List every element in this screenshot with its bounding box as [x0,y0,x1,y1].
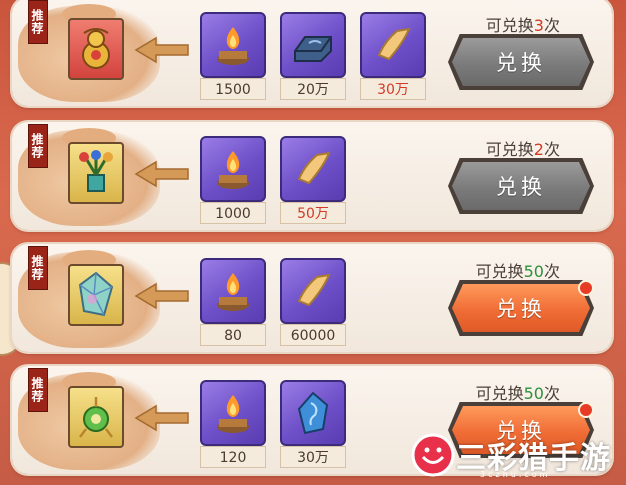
scroll-paper-icon [280,136,346,202]
exchange-count: 可兑换50次 [475,262,560,281]
exchange-count: 可兑换50次 [475,384,560,403]
exchange-count: 可兑换3次 [485,16,560,35]
blue-gem-icon [280,380,346,446]
recommend-badge: 推荐 [28,0,48,44]
exchange-row: 推荐 1000 50万 可兑换2次 兑换 [12,122,612,230]
notification-dot [578,402,594,418]
arrow-left-icon [134,36,189,64]
exchange-button[interactable]: 兑换 [452,284,590,332]
material-amount: 30万 [280,446,346,468]
golden-gourd-icon[interactable] [68,18,124,80]
exchange-row: 推荐 80 60000 可兑换50次 兑换 [12,244,612,352]
watermark-logo-icon [411,433,455,477]
material-amount: 50万 [280,202,346,224]
exchange-row: 推荐 1500 20万 30万 可兑换3次 兑换 [12,0,612,106]
material-slot[interactable]: 20万 [280,12,346,100]
candle-icon [200,380,266,446]
material-slot[interactable]: 120 [200,380,266,468]
candle-icon [200,258,266,324]
recommend-badge: 推荐 [28,124,48,168]
recommend-badge: 推荐 [28,368,48,412]
material-amount: 80 [200,324,266,346]
scroll-paper-icon [360,12,426,78]
arrow-left-icon [134,160,189,188]
watermark: 三彩猎手游 3czhu.com [410,430,611,480]
recommend-badge: 推荐 [28,246,48,290]
candle-icon [200,136,266,202]
material-slot[interactable]: 60000 [280,258,346,346]
notification-dot [578,280,594,296]
material-amount: 20万 [280,78,346,100]
material-slot[interactable]: 1000 [200,136,266,224]
material-amount: 1500 [200,78,266,100]
material-amount: 1000 [200,202,266,224]
material-slot[interactable]: 30万 [360,12,426,100]
arrow-left-icon [134,404,189,432]
material-slot[interactable]: 1500 [200,12,266,100]
material-slot[interactable]: 50万 [280,136,346,224]
exchange-button[interactable]: 兑换 [452,38,590,86]
crystal-shard-icon[interactable] [68,264,124,326]
watermark-url: 3czhu.com [480,470,551,479]
iron-ingot-icon [280,12,346,78]
exchange-button[interactable]: 兑换 [452,162,590,210]
material-slot[interactable]: 30万 [280,380,346,468]
scroll-paper-icon [280,258,346,324]
jade-pendant-icon[interactable] [68,386,124,448]
material-amount: 120 [200,446,266,468]
arrow-left-icon [134,282,189,310]
material-amount: 60000 [280,324,346,346]
material-slot[interactable]: 80 [200,258,266,346]
candle-icon [200,12,266,78]
exchange-count: 可兑换2次 [485,140,560,159]
flower-vase-icon[interactable] [68,142,124,204]
material-amount: 30万 [360,78,426,100]
